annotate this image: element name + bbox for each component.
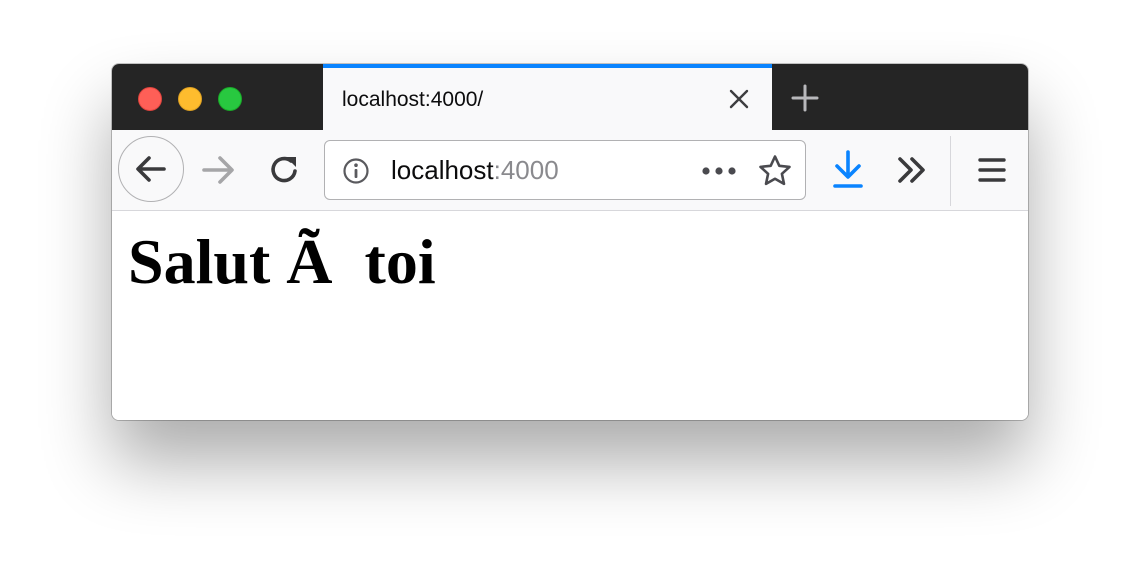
star-icon[interactable]	[757, 153, 793, 189]
tab-strip: localhost:4000/	[112, 64, 1028, 130]
more-horizontal-icon[interactable]	[699, 157, 739, 185]
url-bar[interactable]: localhost:4000	[324, 140, 806, 200]
window-close-button[interactable]	[138, 87, 162, 111]
url-text[interactable]: localhost:4000	[391, 155, 559, 186]
toolbar-separator	[950, 136, 951, 206]
navigation-toolbar: localhost:4000	[112, 130, 1028, 211]
tab-localhost[interactable]: localhost:4000/	[323, 64, 772, 130]
double-chevron-right-icon[interactable]	[892, 150, 932, 190]
close-icon[interactable]	[726, 86, 752, 112]
download-icon[interactable]	[828, 148, 868, 192]
window-minimize-button[interactable]	[178, 87, 202, 111]
desktop-background: localhost:4000/ localhost:4000 Salut Ã t…	[0, 0, 1140, 580]
url-port: :4000	[493, 155, 559, 185]
back-button[interactable]	[118, 136, 184, 202]
page-heading: Salut Ã toi	[128, 226, 436, 297]
page-content: Salut Ã toi	[112, 211, 1028, 420]
arrow-left-icon	[136, 156, 166, 182]
tab-title: localhost:4000/	[342, 88, 484, 111]
hamburger-menu-icon[interactable]	[972, 150, 1012, 190]
window-maximize-button[interactable]	[218, 87, 242, 111]
browser-window: localhost:4000/ localhost:4000 Salut Ã t…	[112, 64, 1028, 420]
reload-icon[interactable]	[264, 150, 304, 190]
plus-icon[interactable]	[788, 81, 822, 115]
url-host: localhost	[391, 155, 494, 185]
arrow-right-icon[interactable]	[198, 150, 238, 190]
info-icon[interactable]	[342, 157, 370, 185]
